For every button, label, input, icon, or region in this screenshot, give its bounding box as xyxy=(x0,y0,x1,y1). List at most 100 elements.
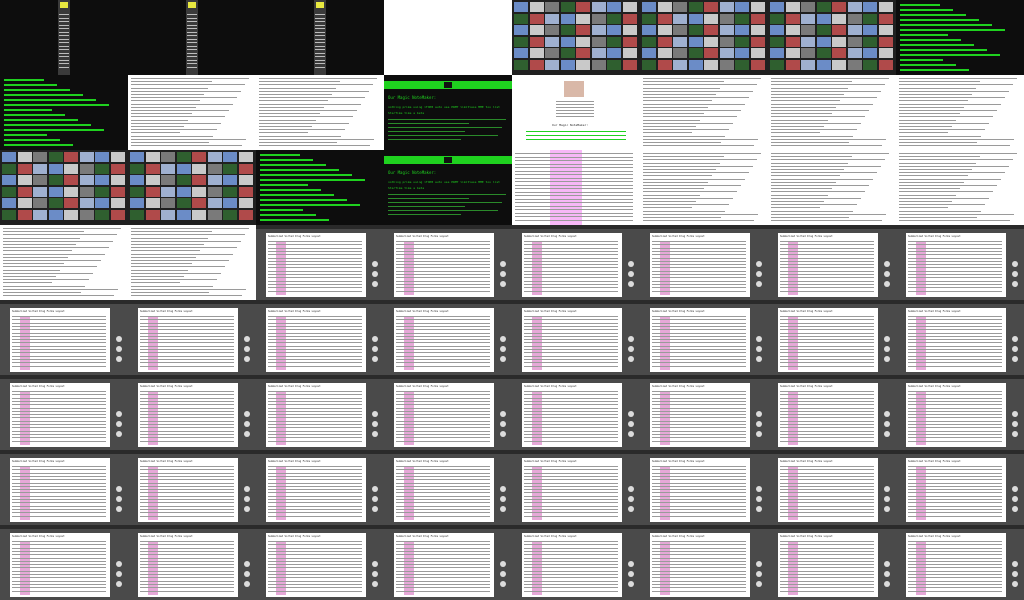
viewer-button xyxy=(372,271,378,277)
text-line xyxy=(643,188,704,190)
page-heading-2: Our Magic NoteMaker: xyxy=(552,123,589,127)
text-line xyxy=(515,188,633,189)
text-line xyxy=(899,191,993,193)
text-line xyxy=(268,319,362,321)
viewer-toolbar xyxy=(256,300,384,304)
text-line xyxy=(652,287,746,289)
viewer-button xyxy=(756,581,762,587)
screenshot-tile-19 xyxy=(256,150,384,225)
text-line xyxy=(315,31,325,33)
text-line xyxy=(652,274,746,275)
text-line xyxy=(268,280,362,282)
doc-heading: Summarized Sorted Drug Forms Layout xyxy=(780,535,833,538)
text-line xyxy=(396,557,490,559)
viewer-button xyxy=(884,486,890,492)
text-line xyxy=(899,194,956,196)
terminal-row xyxy=(900,14,966,16)
screenshot-tile-10 xyxy=(128,75,256,150)
text-line xyxy=(12,427,106,429)
screenshot-tile-51: Summarized Sorted Drug Forms Layout xyxy=(256,450,384,525)
thumbnail xyxy=(545,59,559,70)
text-line xyxy=(652,492,746,494)
thumbnail xyxy=(514,2,528,12)
thumbnail xyxy=(79,152,94,162)
text-line xyxy=(140,512,234,514)
text-line xyxy=(652,352,746,354)
text-line xyxy=(771,119,828,121)
text-line xyxy=(259,129,345,131)
viewer-button xyxy=(1012,561,1018,567)
viewer-button xyxy=(500,506,506,512)
text-line xyxy=(780,557,874,559)
screenshot-tile-2 xyxy=(128,0,256,75)
text-line xyxy=(908,404,1002,406)
text-line xyxy=(643,113,704,115)
text-line xyxy=(780,247,874,249)
text-line xyxy=(899,145,1010,147)
text-line xyxy=(268,325,362,327)
text-line xyxy=(908,316,1002,317)
thumbnail xyxy=(64,209,78,220)
text-line xyxy=(396,482,490,484)
text-line xyxy=(131,240,241,242)
text-line xyxy=(268,414,362,416)
text-line xyxy=(131,106,196,108)
text-line xyxy=(131,266,225,268)
text-line xyxy=(268,430,362,432)
screenshot-tile-54: Summarized Sorted Drug Forms Layout xyxy=(640,450,768,525)
viewer-button xyxy=(884,421,890,427)
text-line xyxy=(3,228,121,229)
viewer-button xyxy=(372,356,378,362)
terminal-row xyxy=(900,4,940,6)
viewer-button xyxy=(116,431,122,437)
thumbnail xyxy=(130,175,144,185)
text-line xyxy=(908,407,1002,409)
terminal-row xyxy=(260,174,352,176)
text-line xyxy=(396,316,490,317)
text-line xyxy=(908,475,1002,477)
terminal-row xyxy=(900,9,953,11)
text-line xyxy=(388,202,502,203)
thumbnail xyxy=(591,59,606,70)
viewer-button xyxy=(884,431,890,437)
text-line xyxy=(908,244,1002,246)
thumbnail xyxy=(17,209,32,220)
text-line xyxy=(396,349,490,350)
text-line xyxy=(524,316,618,317)
thumbnail xyxy=(816,13,831,24)
text-line xyxy=(643,116,737,118)
viewer-button xyxy=(500,496,506,502)
text-line xyxy=(315,45,325,47)
text-line xyxy=(396,577,490,579)
text-line xyxy=(780,587,874,589)
text-line xyxy=(524,352,618,354)
doc-heading: Summarized Sorted Drug Forms Layout xyxy=(140,310,193,313)
doc-heading: Summarized Sorted Drug Forms Layout xyxy=(652,535,705,538)
terminal-row xyxy=(260,204,360,206)
terminal-row xyxy=(4,79,44,81)
text-line xyxy=(524,355,618,357)
text-line xyxy=(908,574,1002,575)
screenshot-tile-32: Summarized Sorted Drug Forms Layout xyxy=(896,225,1024,300)
thumbnail xyxy=(2,152,16,162)
text-line xyxy=(771,122,861,124)
text-line xyxy=(268,554,362,556)
thumbnail xyxy=(529,25,544,35)
text-line xyxy=(771,129,857,131)
viewer-button xyxy=(756,271,762,277)
thumbnail xyxy=(223,209,237,220)
text-line xyxy=(515,181,633,182)
thumbnail xyxy=(719,2,734,12)
page-line-1: nothing prime using iTOP8 auto use PWMT … xyxy=(388,105,500,109)
text-line xyxy=(652,407,746,409)
text-line xyxy=(396,247,490,249)
text-line xyxy=(524,319,618,321)
text-line xyxy=(268,247,362,249)
text-line xyxy=(59,45,69,47)
text-line xyxy=(524,515,618,517)
text-line xyxy=(140,424,234,425)
text-line xyxy=(259,122,349,124)
text-line xyxy=(396,430,490,432)
text-line xyxy=(652,515,746,517)
text-line xyxy=(140,567,234,569)
